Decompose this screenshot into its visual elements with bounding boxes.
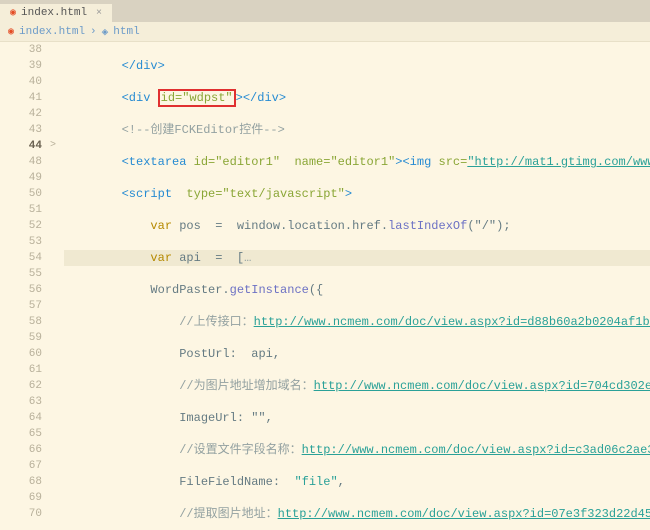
line-number: 55 — [0, 266, 42, 282]
html5-icon: ◉ — [8, 26, 14, 38]
fold-marker[interactable]: > — [50, 138, 64, 154]
line-number: 59 — [0, 330, 42, 346]
line-number: 48 — [0, 154, 42, 170]
breadcrumb: ◉ index.html › ◈ html — [0, 22, 650, 42]
line-number: 63 — [0, 394, 42, 410]
line-number: 64 — [0, 410, 42, 426]
tab-index-html[interactable]: ◉ index.html × — [0, 4, 112, 22]
breadcrumb-node[interactable]: html — [113, 26, 139, 38]
line-number: 52 — [0, 218, 42, 234]
line-number: 62 — [0, 378, 42, 394]
line-gutter: 38 39 40 41 42 43 44 48 49 50 51 52 53 5… — [0, 42, 50, 530]
line-number: 67 — [0, 458, 42, 474]
close-icon[interactable]: × — [96, 8, 102, 19]
line-number: 56 — [0, 282, 42, 298]
line-number: 54 — [0, 250, 42, 266]
line-number: 66 — [0, 442, 42, 458]
line-number: 38 — [0, 42, 42, 58]
line-number: 70 — [0, 506, 42, 522]
line-number: 53 — [0, 234, 42, 250]
line-number: 43 — [0, 122, 42, 138]
code-editor[interactable]: 38 39 40 41 42 43 44 48 49 50 51 52 53 5… — [0, 42, 650, 530]
line-number: 39 — [0, 58, 42, 74]
line-number: 58 — [0, 314, 42, 330]
tab-label: index.html — [21, 7, 87, 19]
breadcrumb-file[interactable]: index.html — [19, 26, 85, 38]
tab-bar: ◉ index.html × — [0, 0, 650, 22]
line-number: 42 — [0, 106, 42, 122]
line-number: 51 — [0, 202, 42, 218]
line-number: 41 — [0, 90, 42, 106]
chevron-right-icon: › — [90, 26, 97, 38]
line-number: 50 — [0, 186, 42, 202]
line-number: 65 — [0, 426, 42, 442]
html5-icon: ◉ — [10, 7, 16, 19]
line-number: 69 — [0, 490, 42, 506]
line-number: 44 — [0, 138, 42, 154]
cube-icon: ◈ — [102, 25, 109, 39]
fold-column: > — [50, 42, 64, 530]
line-number: 57 — [0, 298, 42, 314]
line-number: 40 — [0, 74, 42, 90]
line-number: 49 — [0, 170, 42, 186]
code-area[interactable]: </div> <div id="wdpst"></div> <!--创建FCKE… — [64, 42, 650, 530]
line-number: 60 — [0, 346, 42, 362]
line-number: 61 — [0, 362, 42, 378]
line-number: 68 — [0, 474, 42, 490]
